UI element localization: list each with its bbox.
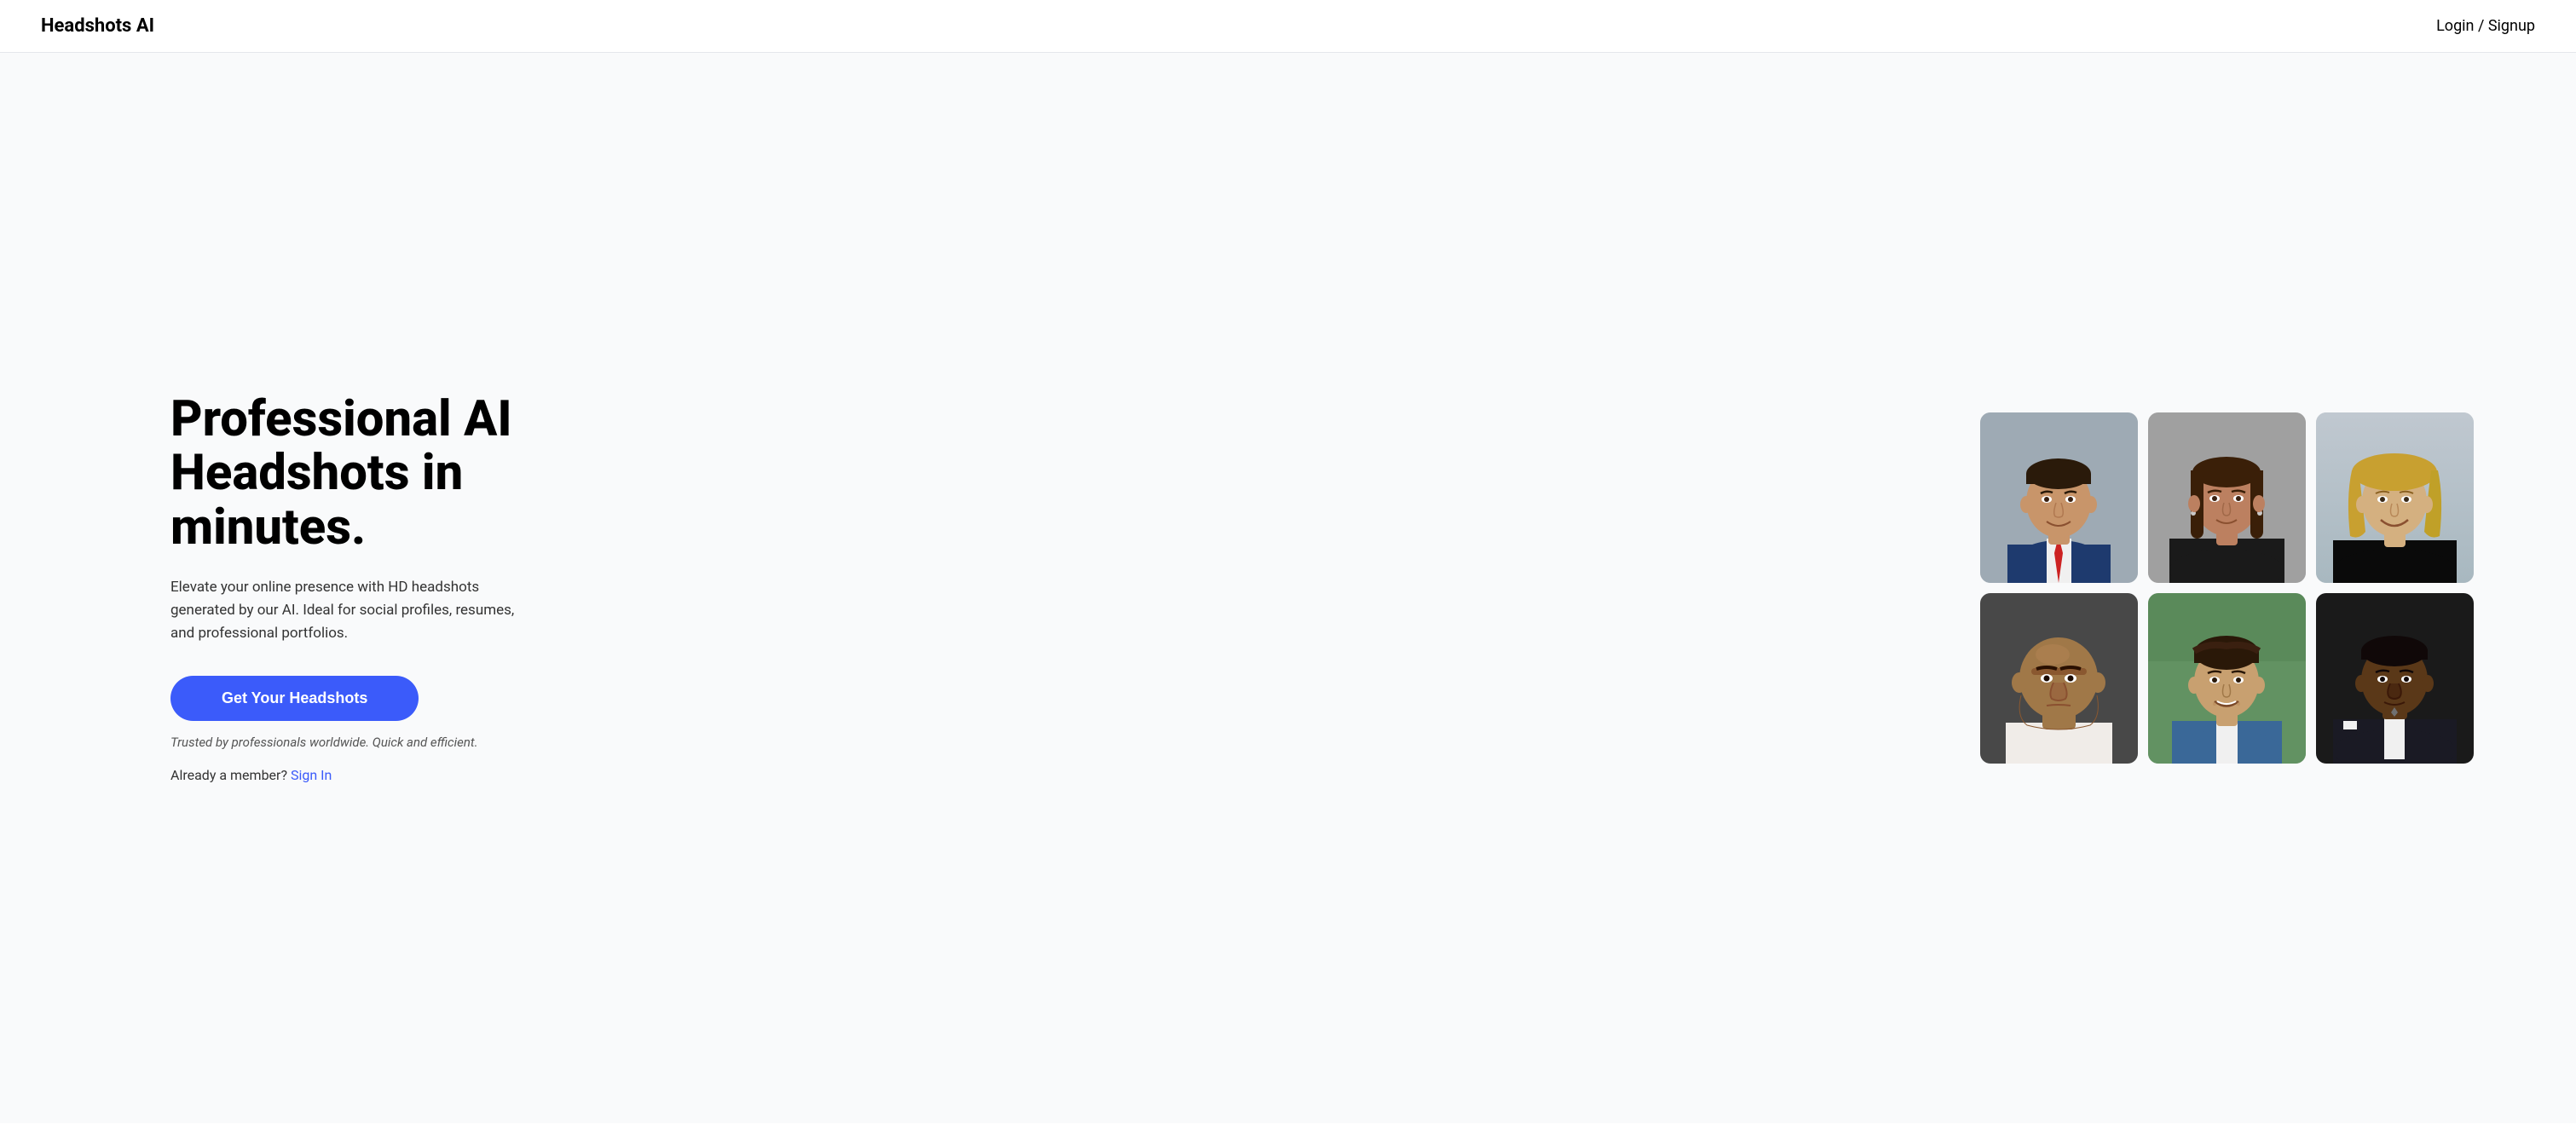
hero-subtext: Elevate your online presence with HD hea… xyxy=(170,576,528,646)
nav-logo: Headshots AI xyxy=(41,15,154,37)
sign-in-link[interactable]: Sign In xyxy=(291,767,332,783)
headshot-photo-6 xyxy=(2316,593,2474,764)
main-content: Professional AI Headshots in minutes. El… xyxy=(0,53,2576,1123)
navbar: Headshots AI Login / Signup xyxy=(0,0,2576,53)
headshot-photo-4 xyxy=(1980,593,2138,764)
headshot-photo-3 xyxy=(2316,412,2474,583)
photo-grid xyxy=(1980,412,2474,764)
get-headshots-button[interactable]: Get Your Headshots xyxy=(170,676,419,721)
headshot-photo-1 xyxy=(1980,412,2138,583)
headshot-photo-2 xyxy=(2148,412,2306,583)
member-text: Already a member? Sign In xyxy=(170,767,597,783)
hero-left: Professional AI Headshots in minutes. El… xyxy=(170,393,597,784)
login-signup-link[interactable]: Login / Signup xyxy=(2436,17,2535,35)
trusted-text: Trusted by professionals worldwide. Quic… xyxy=(170,735,597,750)
hero-headline: Professional AI Headshots in minutes. xyxy=(170,393,597,556)
headshot-photo-5 xyxy=(2148,593,2306,764)
